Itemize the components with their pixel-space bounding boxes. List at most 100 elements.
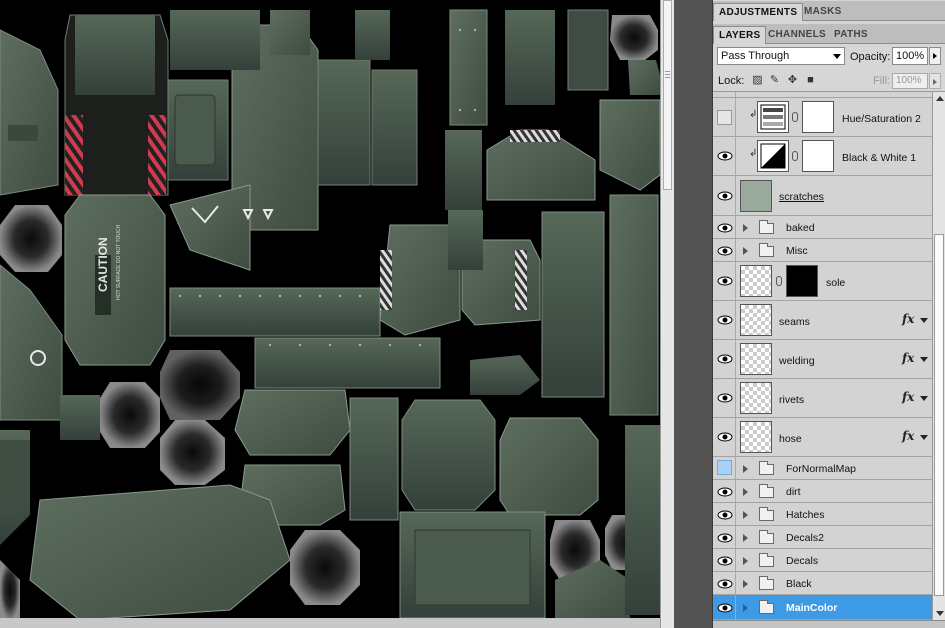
lock-all-padlock-icon[interactable]: ■	[805, 75, 816, 86]
opacity-input[interactable]: 100%	[892, 47, 928, 65]
layer-effects-icon[interactable]: fx	[902, 312, 914, 326]
layer-group-maincolor[interactable]: MainColor	[713, 595, 932, 620]
link-chain-icon[interactable]	[792, 151, 798, 161]
tab-masks[interactable]: MASKS	[799, 3, 847, 21]
layer-group-decals2[interactable]: Decals2	[713, 526, 932, 549]
layer-mask-thumbnail[interactable]	[802, 101, 834, 133]
layer-row-hue-saturation[interactable]: ↲ Hue/Saturation 2	[713, 98, 932, 137]
eye-icon[interactable]	[717, 149, 733, 163]
lock-position-move-icon[interactable]: ✥	[787, 75, 798, 86]
expand-arrow-icon[interactable]	[743, 488, 748, 496]
tab-adjustments[interactable]: ADJUSTMENTS	[713, 3, 804, 21]
scroll-down-icon[interactable]	[936, 611, 944, 616]
layer-name[interactable]: Decals	[786, 555, 818, 567]
layer-name[interactable]: rivets	[779, 394, 804, 406]
layer-effects-icon[interactable]: fx	[902, 351, 914, 365]
expand-arrow-icon[interactable]	[743, 604, 748, 612]
expand-arrow-icon[interactable]	[743, 580, 748, 588]
layer-thumbnail[interactable]	[740, 304, 772, 336]
layer-group-fornormalmap[interactable]: ForNormalMap	[713, 457, 932, 480]
layers-scrollbar[interactable]	[932, 92, 945, 620]
tab-channels[interactable]: CHANNELS	[763, 26, 831, 44]
chevron-down-icon[interactable]	[920, 357, 928, 362]
tab-paths[interactable]: PATHS	[829, 26, 873, 44]
blend-mode-dropdown[interactable]: Pass Through	[717, 47, 845, 65]
layer-name[interactable]: dirt	[786, 486, 801, 498]
layer-row-seams[interactable]: seams fx	[713, 301, 932, 340]
eye-icon[interactable]	[717, 221, 733, 235]
scroll-up-icon[interactable]	[936, 96, 944, 101]
layer-group-black[interactable]: Black	[713, 572, 932, 595]
expand-arrow-icon[interactable]	[743, 557, 748, 565]
layer-thumbnail[interactable]	[740, 421, 772, 453]
layer-name[interactable]: sole	[826, 277, 845, 289]
layer-group-dirt[interactable]: dirt	[713, 480, 932, 503]
lock-transparency-icon[interactable]: ▨	[752, 75, 763, 86]
layer-name[interactable]: ForNormalMap	[786, 463, 856, 475]
layer-row-sole[interactable]: sole	[713, 262, 932, 301]
eye-icon[interactable]	[717, 577, 733, 591]
fill-input[interactable]: 100%	[892, 73, 928, 89]
eye-icon[interactable]	[717, 274, 733, 288]
layer-thumbnail[interactable]	[740, 265, 772, 297]
chevron-down-icon[interactable]	[920, 435, 928, 440]
layer-name[interactable]: baked	[786, 222, 815, 234]
layer-effects-icon[interactable]: fx	[902, 390, 914, 404]
layer-group-hatches[interactable]: Hatches	[713, 503, 932, 526]
layer-row-hose[interactable]: hose fx	[713, 418, 932, 457]
document-vertical-scrollbar[interactable]	[660, 0, 674, 628]
layer-name[interactable]: seams	[779, 316, 810, 328]
layer-row-rivets[interactable]: rivets fx	[713, 379, 932, 418]
layer-name[interactable]: MainColor	[786, 602, 837, 614]
layer-effects-icon[interactable]: fx	[902, 429, 914, 443]
layer-group-misc[interactable]: Misc	[713, 239, 932, 262]
layer-name[interactable]: scratches	[779, 191, 824, 203]
layer-thumbnail[interactable]	[740, 180, 772, 212]
layer-name[interactable]: Black & White 1	[842, 152, 916, 164]
lock-image-brush-icon[interactable]: ✎	[769, 75, 780, 86]
layer-mask-thumbnail[interactable]	[786, 265, 818, 297]
fill-slider-arrow-icon[interactable]	[929, 73, 941, 89]
layers-scroll-thumb[interactable]	[934, 234, 944, 596]
eye-icon[interactable]	[717, 391, 733, 405]
opacity-slider-arrow-icon[interactable]	[929, 47, 941, 65]
expand-arrow-icon[interactable]	[743, 247, 748, 255]
canvas-horizontal-scrollbar[interactable]	[0, 618, 660, 628]
layer-name[interactable]: Decals2	[786, 532, 824, 544]
layer-row-scratches[interactable]: scratches	[713, 176, 932, 216]
layer-row-welding[interactable]: welding fx	[713, 340, 932, 379]
layer-name[interactable]: Misc	[786, 245, 808, 257]
expand-arrow-icon[interactable]	[743, 511, 748, 519]
eye-icon[interactable]	[717, 189, 733, 203]
layer-name[interactable]: Hue/Saturation 2	[842, 113, 921, 125]
eye-icon[interactable]	[717, 244, 733, 258]
eye-icon[interactable]	[717, 554, 733, 568]
layer-name[interactable]: Black	[786, 578, 812, 590]
layer-row-black-white[interactable]: ↲ Black & White 1	[713, 137, 932, 176]
chevron-down-icon[interactable]	[920, 318, 928, 323]
chevron-down-icon[interactable]	[920, 396, 928, 401]
expand-arrow-icon[interactable]	[743, 465, 748, 473]
eye-icon[interactable]	[717, 531, 733, 545]
eye-icon[interactable]	[717, 508, 733, 522]
eye-icon[interactable]	[717, 601, 733, 615]
link-chain-icon[interactable]	[792, 112, 798, 122]
layer-group-baked[interactable]: baked	[713, 216, 932, 239]
layer-group-decals[interactable]: Decals	[713, 549, 932, 572]
layer-name[interactable]: Hatches	[786, 509, 825, 521]
expand-arrow-icon[interactable]	[743, 224, 748, 232]
tab-layers[interactable]: LAYERS	[713, 26, 767, 44]
layer-name[interactable]: welding	[779, 355, 815, 367]
eye-icon[interactable]	[717, 430, 733, 444]
document-canvas[interactable]: CAUTION HOT SURFACE DO NOT TOUCH	[0, 0, 660, 628]
layer-mask-thumbnail[interactable]	[802, 140, 834, 172]
eye-icon[interactable]	[717, 352, 733, 366]
document-scroll-thumb[interactable]	[663, 0, 672, 190]
layer-name[interactable]: hose	[779, 433, 802, 445]
link-chain-icon[interactable]	[776, 276, 782, 286]
visibility-toggle-empty[interactable]	[717, 110, 732, 125]
eye-icon[interactable]	[717, 313, 733, 327]
visibility-toggle-empty[interactable]	[717, 460, 732, 475]
expand-arrow-icon[interactable]	[743, 534, 748, 542]
eye-icon[interactable]	[717, 485, 733, 499]
